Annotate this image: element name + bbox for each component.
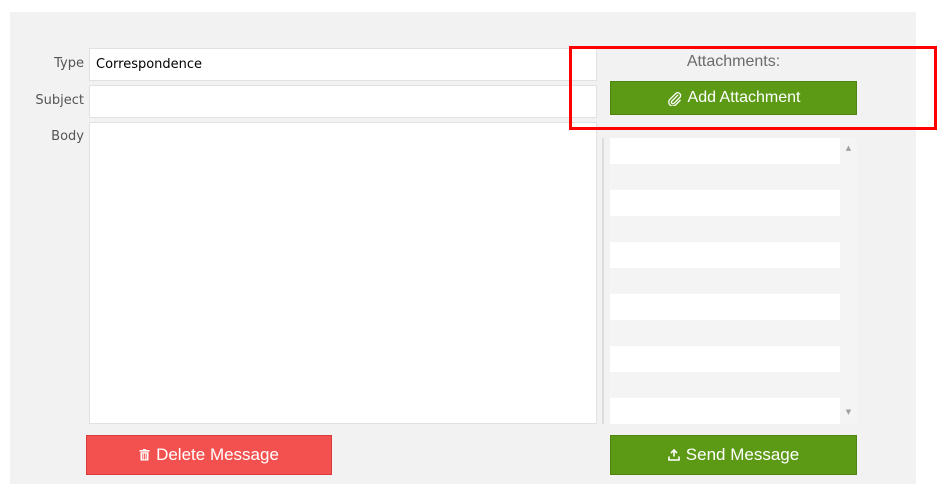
scroll-up-arrow-icon[interactable]: ▲	[844, 144, 853, 153]
attachments-title: Attachments:	[686, 53, 781, 70]
attachment-row	[610, 398, 840, 424]
type-value: Correspondence	[96, 57, 203, 72]
add-attachment-label: Add Attachment	[687, 89, 801, 106]
attachment-row	[610, 138, 840, 164]
send-message-label: Send Message	[685, 445, 800, 464]
attachment-row	[610, 190, 840, 216]
delete-message-label: Delete Message	[156, 445, 279, 464]
add-attachment-button[interactable]: Add Attachment	[610, 81, 857, 115]
subject-label: Subject	[35, 93, 84, 108]
type-label: Type	[54, 56, 84, 71]
attachment-row	[610, 346, 840, 372]
attachments-scrollbar[interactable]: ▲ ▼	[840, 138, 857, 424]
scroll-down-arrow-icon[interactable]: ▼	[844, 408, 853, 417]
paperclip-icon	[667, 91, 682, 106]
upload-icon	[667, 449, 680, 461]
send-message-button[interactable]: Send Message	[610, 435, 857, 475]
subject-input[interactable]	[89, 85, 597, 118]
body-label: Body	[51, 129, 84, 144]
delete-message-button[interactable]: Delete Message	[86, 435, 332, 475]
attachments-list[interactable]: ▲ ▼	[610, 138, 857, 424]
attachment-row	[610, 294, 840, 320]
trash-icon	[139, 449, 150, 461]
body-textarea[interactable]	[89, 122, 597, 424]
attachment-row	[610, 242, 840, 268]
type-field[interactable]: Correspondence	[89, 48, 597, 81]
column-divider	[602, 138, 604, 424]
